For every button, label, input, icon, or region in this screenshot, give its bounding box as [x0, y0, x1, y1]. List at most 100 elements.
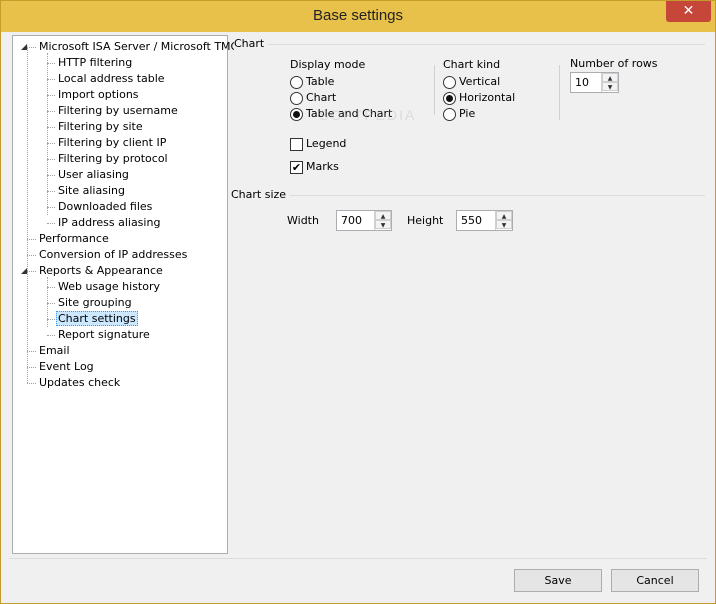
tree-connector: [27, 367, 36, 368]
window-title: Base settings: [312, 7, 404, 24]
chart-settings-panel: Chart Display mode Table Chart Table and C…: [231, 35, 707, 554]
tree-item-label: Email: [39, 344, 70, 357]
tree-item-label: Site aliasing: [58, 184, 125, 197]
tree-connector: [47, 223, 55, 224]
tree-item-label: HTTP filtering: [58, 56, 133, 69]
marks-checkbox[interactable]: ✔ Marks: [290, 160, 339, 176]
settings-tree[interactable]: Microsoft ISA Server / Microsoft TMG ◢ HTT…: [12, 35, 239, 554]
radio-icon: [443, 75, 456, 89]
number-of-rows-value[interactable]: 10: [575, 76, 589, 89]
tree-item-label: Site grouping: [58, 296, 132, 309]
radio-icon: [290, 107, 303, 121]
tree-connector: [47, 207, 55, 208]
tree-item[interactable]: Import options: [56, 87, 141, 102]
tree-item-label: Filtering by username: [58, 104, 178, 117]
close-button[interactable]: ✕: [666, 1, 711, 22]
spin-down-icon[interactable]: ▼: [496, 220, 512, 229]
width-spinner[interactable]: 700 ▲ ▼: [336, 210, 392, 231]
tree-item-label: Microsoft ISA Server / Microsoft TMG: [39, 40, 240, 53]
tree-connector: [47, 277, 48, 327]
tree-item[interactable]: Performance: [37, 231, 111, 246]
dialog-client: Microsoft ISA Server / Microsoft TMG ◢ HTT…: [9, 32, 707, 598]
tree-connector: [27, 351, 36, 352]
radio-icon: [290, 75, 303, 89]
tree-item[interactable]: Filtering by protocol: [56, 151, 170, 166]
radio-label: Horizontal: [459, 91, 516, 104]
tree-item-label: Downloaded files: [58, 200, 153, 213]
height-label: Height: [407, 214, 444, 227]
spin-down-icon[interactable]: ▼: [375, 220, 391, 229]
tree-item[interactable]: Downloaded files: [56, 199, 154, 214]
tree-connector: [47, 303, 55, 304]
tree-item-label: Local address table: [58, 72, 165, 85]
divider: [559, 65, 560, 120]
tree-item[interactable]: Event Log: [37, 359, 96, 374]
tree-connector: [47, 159, 55, 160]
tree-item[interactable]: Report signature: [56, 327, 152, 342]
radio-vertical[interactable]: Vertical: [443, 75, 500, 91]
tree-item[interactable]: Site grouping: [56, 295, 134, 310]
tree-item[interactable]: Updates check: [37, 375, 122, 390]
tree-item-label: IP address aliasing: [58, 216, 161, 229]
tree-item[interactable]: Chart settings: [56, 311, 138, 326]
radio-table[interactable]: Table: [290, 75, 334, 91]
tree-connector: [47, 287, 55, 288]
tree-connector: [47, 79, 55, 80]
save-button[interactable]: Save: [514, 569, 602, 592]
tree-item-label: Event Log: [39, 360, 94, 373]
tree-item[interactable]: User aliasing: [56, 167, 131, 182]
tree-item-label: Import options: [58, 88, 139, 101]
spin-down-icon[interactable]: ▼: [602, 82, 618, 91]
tree-connector: [47, 143, 55, 144]
width-label: Width: [287, 214, 319, 227]
number-of-rows-label: Number of rows: [570, 57, 658, 70]
collapse-arrow-icon[interactable]: ◢: [21, 266, 30, 275]
tree-item-label: Chart settings: [56, 311, 138, 326]
tree-item-label: Filtering by protocol: [58, 152, 168, 165]
tree-item-label: User aliasing: [58, 168, 129, 181]
tree-item[interactable]: Filtering by site: [56, 119, 145, 134]
height-value[interactable]: 550: [461, 214, 482, 227]
width-value[interactable]: 700: [341, 214, 362, 227]
tree-item[interactable]: Reports & Appearance: [37, 263, 165, 278]
chart-group-line: [265, 44, 705, 45]
tree-item[interactable]: Conversion of IP addresses: [37, 247, 189, 262]
tree-item[interactable]: HTTP filtering: [56, 55, 134, 70]
spin-up-icon[interactable]: ▲: [496, 211, 512, 220]
radio-label: Chart: [306, 91, 337, 104]
height-spinner[interactable]: 550 ▲ ▼: [456, 210, 513, 231]
cancel-button[interactable]: Cancel: [611, 569, 699, 592]
checkbox-icon: [290, 137, 303, 151]
tree-item[interactable]: Email: [37, 343, 72, 358]
chart-kind-label: Chart kind: [443, 58, 501, 71]
legend-checkbox[interactable]: Legend: [290, 137, 346, 153]
tree-connector: [27, 383, 36, 384]
radio-label: Pie: [459, 107, 476, 120]
tree-item[interactable]: Filtering by client IP: [56, 135, 168, 150]
tree-item-label: Filtering by site: [58, 120, 143, 133]
radio-chart[interactable]: Chart: [290, 91, 336, 107]
tree-connector: [47, 53, 48, 215]
tree-item[interactable]: IP address aliasing: [56, 215, 162, 230]
tree-connector: [47, 319, 55, 320]
watermark: SOFTPEDIA: [319, 107, 417, 123]
radio-pie[interactable]: Pie: [443, 107, 475, 123]
collapse-arrow-icon[interactable]: ◢: [21, 42, 30, 51]
spin-up-icon[interactable]: ▲: [602, 73, 618, 82]
tree-item[interactable]: Local address table: [56, 71, 167, 86]
spin-up-icon[interactable]: ▲: [375, 211, 391, 220]
tree-connector: [47, 127, 55, 128]
tree-item[interactable]: Filtering by username: [56, 103, 180, 118]
number-of-rows-spinner[interactable]: 10 ▲ ▼: [570, 72, 619, 93]
tree-item-label: Conversion of IP addresses: [39, 248, 188, 261]
chart-size-title: Chart size: [231, 188, 291, 201]
close-icon: ✕: [682, 3, 695, 19]
tree-item[interactable]: Microsoft ISA Server / Microsoft TMG: [37, 39, 241, 54]
tree-item-label: Performance: [39, 232, 109, 245]
tree-connector: [47, 95, 55, 96]
radio-horizontal[interactable]: Horizontal: [443, 91, 515, 107]
title-bar[interactable]: Base settings ✕: [1, 1, 715, 32]
chart-group-title: Chart: [234, 37, 269, 50]
tree-item[interactable]: Web usage history: [56, 279, 162, 294]
tree-item[interactable]: Site aliasing: [56, 183, 127, 198]
